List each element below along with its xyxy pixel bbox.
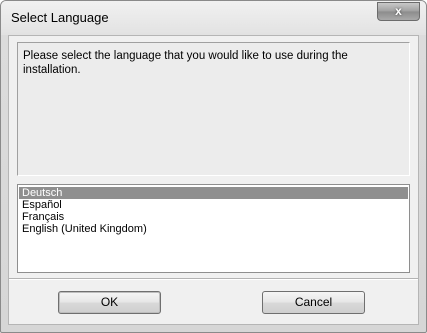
list-item-english-uk[interactable]: English (United Kingdom) <box>19 223 408 235</box>
dialog-content: Please select the language that you woul… <box>8 35 419 325</box>
window-title: Select Language <box>11 10 109 25</box>
list-item-francais[interactable]: Français <box>19 211 408 223</box>
cancel-button[interactable]: Cancel <box>262 291 365 314</box>
message-panel: Please select the language that you woul… <box>17 42 410 176</box>
divider <box>9 278 418 280</box>
select-language-dialog: Select Language x Please select the lang… <box>0 0 427 333</box>
title-bar[interactable]: Select Language x <box>1 1 426 35</box>
ok-button[interactable]: OK <box>58 291 161 314</box>
language-list[interactable]: Deutsch Español Français English (United… <box>17 184 410 273</box>
close-icon: x <box>395 4 402 18</box>
list-item-deutsch[interactable]: Deutsch <box>19 187 408 199</box>
close-button[interactable]: x <box>377 2 420 21</box>
instruction-text: Please select the language that you woul… <box>23 50 348 76</box>
list-item-espanol[interactable]: Español <box>19 199 408 211</box>
